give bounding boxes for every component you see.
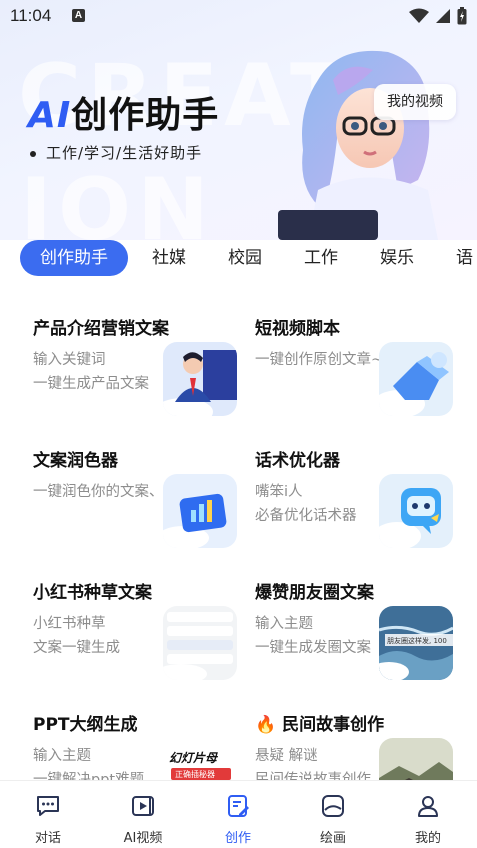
businessman-thumbnail [163,342,237,416]
svg-text:幻灯片母: 幻灯片母 [169,751,219,765]
card-title: PPT大纲生成 [33,715,138,735]
my-videos-button[interactable]: 我的视频 [374,84,456,120]
hero-banner: CREAT ION 11:04 A AI创作助手 工作/学习/生活好助手 我的视… [0,0,477,240]
nav-create[interactable]: 创作 [198,781,278,848]
notes-thumbnail [163,606,237,680]
card-title: 小红书种草文案 [33,583,152,603]
create-icon [228,795,249,817]
card-short-video-script[interactable]: 短视频脚本 一键创作原创文章~ [255,314,465,424]
card-moments-copy[interactable]: 爆赞朋友圈文案 输入主题 一键生成发圈文案 朋友圈这样发, 100 [255,578,465,688]
card-product-copy[interactable]: 产品介绍营销文案 输入关键词 一键生成产品文案 [33,314,243,424]
tab-language[interactable]: 语 [456,240,473,276]
tab-entertainment[interactable]: 娱乐 [380,240,414,276]
profile-icon [418,796,438,817]
nav-label: 创作 [224,831,251,846]
card-title: 话术优化器 [255,451,340,471]
category-tabs: 创作助手 社媒 校园 工作 娱乐 语 [0,240,477,276]
card-title: 文案润色器 [33,451,118,471]
signal-icon [436,9,450,23]
status-time: 11:04 [10,6,52,25]
chart-folder-thumbnail [163,474,237,548]
svg-text:正确插秘器: 正确插秘器 [175,769,215,779]
card-title: 爆赞朋友圈文案 [255,583,374,603]
notification-icon: A [72,9,85,22]
card-copy-polisher[interactable]: 文案润色器 一键润色你的文案、文章 [33,446,243,556]
nav-label: 绘画 [319,831,346,846]
card-speech-optimizer[interactable]: 话术优化器 嘴笨i人 必备优化话术器 [255,446,465,556]
status-indicators [409,7,467,25]
chat-robot-thumbnail [379,474,453,548]
fire-icon: 🔥 [255,715,277,735]
page-subtitle: 工作/学习/生活好助手 [30,142,202,163]
tab-campus[interactable]: 校园 [228,240,262,276]
nav-label: 我的 [414,831,441,846]
card-title: 短视频脚本 [255,319,340,339]
page-title: AI创作助手 [28,95,220,136]
bottom-navigation: 对话 AI视频 创作 绘画 我的 [0,780,477,848]
tab-social-media[interactable]: 社媒 [152,240,186,276]
paint-icon [322,795,344,817]
wifi-icon [409,8,429,23]
battery-icon [457,7,467,25]
video-icon [132,796,154,816]
chat-icon [37,796,59,816]
hero-background-word: ION [20,160,216,240]
nav-ai-video[interactable]: AI视频 [103,781,183,848]
nav-profile[interactable]: 我的 [388,781,468,848]
svg-text:朋友圈这样发, 100: 朋友圈这样发, 100 [387,636,447,645]
nav-chat[interactable]: 对话 [8,781,88,848]
status-bar: 11:04 A [0,0,477,34]
tab-creation-assistant[interactable]: 创作助手 [20,240,128,276]
nav-paint[interactable]: 绘画 [293,781,373,848]
ocean-thumbnail: 朋友圈这样发, 100 [379,606,453,680]
nav-label: 对话 [34,831,61,846]
card-xiaohongshu-copy[interactable]: 小红书种草文案 小红书种草 文案一键生成 [33,578,243,688]
3d-arrow-thumbnail [379,342,453,416]
tab-work[interactable]: 工作 [304,240,338,276]
ai-character-illustration [278,50,438,240]
nav-label: AI视频 [123,831,163,846]
card-title: 产品介绍营销文案 [33,319,169,339]
card-title: 🔥 民间故事创作 [255,715,385,735]
